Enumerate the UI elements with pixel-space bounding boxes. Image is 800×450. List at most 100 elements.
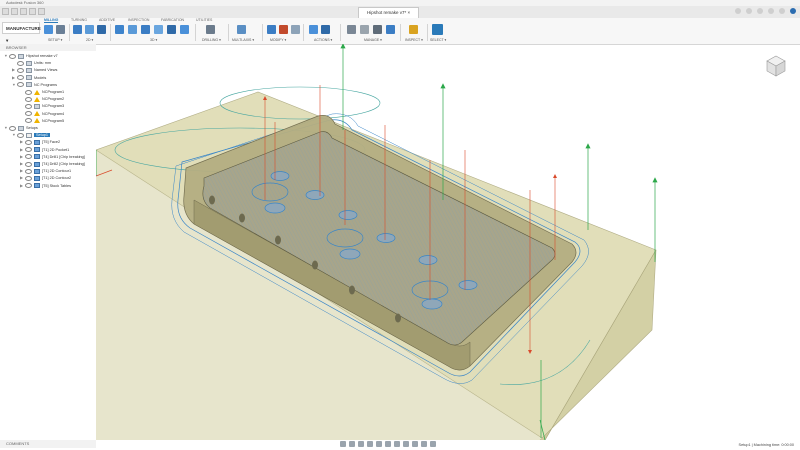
tree-item[interactable]: ▶ [T4] Drill1 [Chip breaking] — [20, 154, 85, 161]
file-icon[interactable] — [11, 8, 18, 15]
pocket-clearing-icon[interactable] — [128, 25, 137, 34]
redo-icon[interactable] — [38, 8, 45, 15]
tree-item[interactable]: NCProgram1 — [20, 89, 64, 96]
model-canvas[interactable] — [91, 43, 800, 441]
tree-item[interactable]: ▼ Setup1 — [12, 132, 51, 139]
viewports-icon[interactable] — [403, 441, 409, 447]
visibility-eye-icon[interactable] — [17, 82, 24, 88]
section-icon[interactable] — [421, 441, 427, 447]
visibility-eye-icon[interactable] — [25, 118, 32, 124]
tree-item[interactable]: ▶ Models — [12, 75, 46, 82]
manage-group-label[interactable]: MANAGE ▾ — [364, 38, 382, 42]
visibility-eye-icon[interactable] — [9, 125, 16, 131]
tree-item[interactable]: NCProgram5 — [20, 118, 64, 125]
tree-item[interactable]: ▶ [T1] 2D Pocket1 — [20, 147, 69, 154]
extensions-icon[interactable] — [746, 8, 752, 14]
tree-item[interactable]: NCProgram4 — [20, 111, 64, 118]
visibility-eye-icon[interactable] — [17, 60, 24, 66]
tab-additive[interactable]: ADDITIVE — [99, 18, 115, 22]
visibility-eye-icon[interactable] — [25, 89, 32, 95]
tab-turning[interactable]: TURNING — [71, 18, 87, 22]
visibility-eye-icon[interactable] — [25, 168, 32, 174]
tree-item[interactable]: ▼ Hipshot remake v7 — [4, 53, 58, 60]
fit-icon[interactable] — [376, 441, 382, 447]
setup-group-label[interactable]: SETUP ▾ — [48, 38, 62, 42]
view-settings-icon[interactable] — [412, 441, 418, 447]
viewcube[interactable] — [765, 54, 787, 80]
more-icon[interactable] — [430, 441, 436, 447]
close-tab-icon[interactable]: × — [408, 10, 411, 15]
visibility-eye-icon[interactable] — [17, 75, 24, 81]
workspace-dropdown[interactable]: MANUFACTURE ▾ — [2, 22, 41, 43]
visibility-eye-icon[interactable] — [9, 53, 16, 59]
app-menu-icon[interactable] — [2, 8, 9, 15]
tree-item[interactable]: ▶ [T1] 2D Contour1 — [20, 168, 71, 175]
canvas-viewport[interactable] — [91, 43, 800, 441]
contour-2d-icon[interactable] — [97, 25, 106, 34]
modify-icon[interactable] — [267, 25, 276, 34]
face-icon[interactable] — [73, 25, 82, 34]
tree-item[interactable]: ▶ [T5] Face2 — [20, 139, 60, 146]
machine-library-icon[interactable] — [386, 25, 395, 34]
tree-item[interactable]: NCProgram3 — [20, 103, 64, 110]
tab-milling[interactable]: MILLING — [44, 18, 59, 23]
tree-item[interactable]: NCProgram2 — [20, 96, 64, 103]
visibility-eye-icon[interactable] — [25, 147, 32, 153]
tree-item[interactable]: ▼ Setups — [4, 125, 38, 132]
jobs-icon[interactable] — [757, 8, 763, 14]
inspect-group-label[interactable]: INSPECT ▾ — [405, 38, 423, 42]
visibility-eye-icon[interactable] — [25, 96, 32, 102]
tree-item[interactable]: ▶ [T4] Drill2 [Chip breaking] — [20, 161, 85, 168]
drilling-group-label[interactable]: DRILLING ▾ — [202, 38, 221, 42]
tab-fabrication[interactable]: FABRICATION — [161, 18, 184, 22]
select-cursor-icon[interactable] — [432, 24, 443, 35]
new-setup-icon[interactable] — [56, 25, 65, 34]
zoom-icon[interactable] — [367, 441, 373, 447]
delete-icon[interactable] — [279, 25, 288, 34]
actions-group-label[interactable]: ACTIONS ▾ — [314, 38, 332, 42]
visibility-eye-icon[interactable] — [25, 103, 32, 109]
3d-group-label[interactable]: 3D ▾ — [150, 38, 157, 42]
steep-shallow-icon[interactable] — [141, 25, 150, 34]
pocket-2d-icon[interactable] — [85, 25, 94, 34]
tab-inspection[interactable]: INSPECTION — [128, 18, 149, 22]
visibility-eye-icon[interactable] — [25, 175, 32, 181]
measure-icon[interactable] — [409, 25, 418, 34]
template-library-icon[interactable] — [360, 25, 369, 34]
modify-group-label[interactable]: MODIFY ▾ — [270, 38, 286, 42]
tool-library-icon[interactable] — [347, 25, 356, 34]
notifications-icon[interactable] — [768, 8, 774, 14]
adaptive-clearing-icon[interactable] — [115, 25, 124, 34]
tab-utilities[interactable]: UTILITIES — [196, 18, 212, 22]
pan-icon[interactable] — [358, 441, 364, 447]
tree-item[interactable]: ▶ Named Views — [12, 67, 57, 74]
look-at-icon[interactable] — [349, 441, 355, 447]
add-tab-icon[interactable] — [735, 8, 741, 14]
tree-item[interactable]: ▶ [T1] 2D Contour2 — [20, 175, 71, 182]
post-process-icon[interactable] — [321, 25, 330, 34]
scallop-icon[interactable] — [180, 25, 189, 34]
contour-3d-icon[interactable] — [167, 25, 176, 34]
parallel-icon[interactable] — [154, 25, 163, 34]
tree-item[interactable]: Units: mm — [12, 60, 51, 67]
visibility-eye-icon[interactable] — [25, 111, 32, 117]
simulate-icon[interactable] — [309, 25, 318, 34]
setup-icon[interactable] — [44, 25, 53, 34]
multi-axis-group-label[interactable]: MULTI-AXIS ▾ — [232, 38, 254, 42]
document-tab[interactable]: Hipshot remake v7* × — [358, 7, 420, 18]
tree-item[interactable]: ▶ [T5] Stock Tables — [20, 183, 71, 190]
orbit-icon[interactable] — [340, 441, 346, 447]
save-icon[interactable] — [20, 8, 27, 15]
tree-item[interactable]: ▼ NC Programs — [12, 82, 57, 89]
comments-panel[interactable]: COMMENTS — [0, 440, 96, 448]
visibility-eye-icon[interactable] — [25, 183, 32, 189]
visibility-eye-icon[interactable] — [25, 154, 32, 160]
help-icon[interactable] — [779, 8, 785, 14]
undo-icon[interactable] — [29, 8, 36, 15]
avatar[interactable] — [790, 8, 796, 14]
visibility-eye-icon[interactable] — [17, 132, 24, 138]
display-settings-icon[interactable] — [385, 441, 391, 447]
post-library-icon[interactable] — [373, 25, 382, 34]
drill-icon[interactable] — [206, 25, 215, 34]
multi-axis-icon[interactable] — [237, 25, 246, 34]
